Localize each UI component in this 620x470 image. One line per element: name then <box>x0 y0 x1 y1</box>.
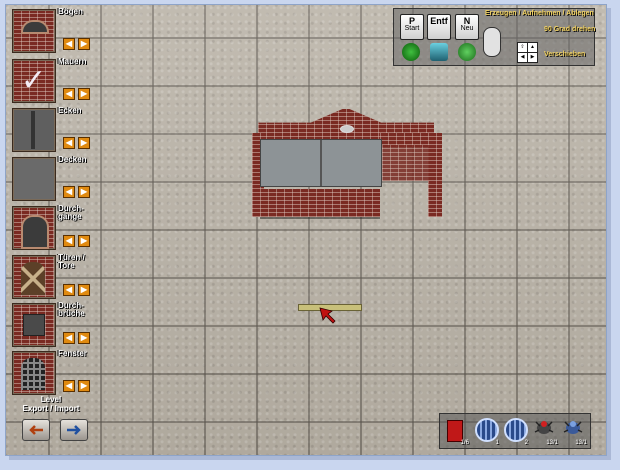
prev-arrow-button[interactable]: ◀ <box>63 284 75 296</box>
key-p: P Start <box>400 14 424 40</box>
key-sub-label: Start <box>404 25 420 32</box>
red-cube-icon <box>447 420 463 442</box>
import-arrow-icon <box>67 425 81 435</box>
category-label: Durch- brüche <box>58 301 85 318</box>
next-arrow-button[interactable]: ▶ <box>78 380 90 392</box>
next-arrow-button[interactable]: ▶ <box>78 137 90 149</box>
tool-number: 2 <box>524 440 528 446</box>
opening-icon <box>12 303 56 347</box>
export-button[interactable] <box>22 419 50 441</box>
gear-wheel-icon <box>475 418 499 442</box>
key-label: P <box>408 16 415 26</box>
next-arrow-button[interactable]: ▶ <box>78 332 90 344</box>
controls-help-panel: P Start Entf N Neu Erzeugen / Aufnehmen / … <box>393 8 595 66</box>
trash-bin-icon <box>430 43 448 61</box>
window-grate-icon <box>12 351 56 395</box>
category-label: Mauern <box>58 57 87 66</box>
floor-shading <box>6 5 606 455</box>
prev-arrow-button[interactable]: ◀ <box>63 235 75 247</box>
tool-wheel-2[interactable]: 2 <box>502 416 528 446</box>
prev-arrow-button[interactable]: ◀ <box>63 332 75 344</box>
mouse-action-text: Erzeugen / Aufnehmen / Ablegen <box>485 10 594 17</box>
palette-category-fenster[interactable]: Fenster ◀ ▶ <box>8 349 94 397</box>
ceiling-icon <box>12 157 56 201</box>
front-wall <box>252 189 380 217</box>
tool-number: 1 <box>495 440 499 446</box>
prev-arrow-button[interactable]: ◀ <box>63 186 75 198</box>
new-green-icon <box>458 43 476 61</box>
palette-category-durchgaenge[interactable]: Durch- gänge ◀ ▶ <box>8 204 94 252</box>
inner-wall <box>382 145 430 181</box>
level-title: Level <box>40 395 62 404</box>
next-arrow-button[interactable]: ▶ <box>78 186 90 198</box>
category-label: Ecken <box>58 106 82 115</box>
red-bug-icon <box>534 421 554 434</box>
category-label: Decken <box>58 155 87 164</box>
category-label: Türen / Tore <box>58 253 85 270</box>
door-icon <box>12 255 56 299</box>
corner-icon <box>12 108 56 152</box>
import-label: Import <box>54 404 80 413</box>
prev-arrow-button[interactable]: ◀ <box>63 380 75 392</box>
start-green-icon <box>402 43 420 61</box>
mouse-icon <box>483 27 501 57</box>
tool-number: 13/1 <box>546 440 558 446</box>
key-sub-label: Neu <box>460 25 474 32</box>
category-label: Fenster <box>58 349 87 358</box>
placed-brick-building[interactable] <box>248 109 444 217</box>
gable-plaque <box>340 125 354 133</box>
tool-red-bug[interactable]: 13/1 <box>532 416 558 446</box>
palette-category-tueren-tore[interactable]: Türen / Tore ◀ ▶ <box>8 253 94 301</box>
checkmark-icon: ✓ <box>12 59 56 103</box>
key-entf: Entf <box>427 14 451 40</box>
gear-wheel-icon <box>504 418 528 442</box>
mouse-cursor-arrow-icon <box>319 307 336 324</box>
next-arrow-button[interactable]: ▶ <box>78 284 90 296</box>
tool-blue-bug[interactable]: 13/1 <box>561 416 587 446</box>
prev-arrow-button[interactable]: ◀ <box>63 38 75 50</box>
key-label: N <box>463 16 471 26</box>
export-arrow-icon <box>29 425 43 435</box>
rotate-text: 90 Grad drehen <box>544 26 596 33</box>
prev-arrow-button[interactable]: ◀ <box>63 137 75 149</box>
palette-category-ecken[interactable]: Ecken ◀ ▶ <box>8 106 94 154</box>
right-wall <box>428 133 442 217</box>
prev-arrow-button[interactable]: ◀ <box>63 88 75 100</box>
export-label: Export <box>22 404 48 413</box>
arrow-right-key-icon: ▶ <box>527 52 538 63</box>
export-import-labels: Export / Import <box>8 404 94 413</box>
ceiling-slabs <box>260 139 382 187</box>
category-label: Durch- gänge <box>58 204 84 221</box>
palette-category-decken[interactable]: Decken ◀ ▶ <box>8 155 94 203</box>
brick-arch-icon <box>12 9 56 53</box>
tool-red-cube[interactable]: 1/6 <box>443 416 469 446</box>
tool-toolbar: 1/6 1 2 13/1 13/1 <box>439 413 591 449</box>
next-arrow-button[interactable]: ▶ <box>78 88 90 100</box>
level-export-import: Level Export / Import <box>8 395 94 451</box>
tool-number: 1/6 <box>460 440 469 446</box>
key-label: Entf <box>430 16 448 26</box>
label-separator: / <box>50 404 53 413</box>
next-arrow-button[interactable]: ▶ <box>78 235 90 247</box>
import-button[interactable] <box>60 419 88 441</box>
passage-icon <box>12 206 56 250</box>
game-viewport[interactable]: Bögen ◀ ▶ ✓ Mauern ◀ ▶ Ecken ◀ ▶ Decken … <box>5 4 607 456</box>
palette-category-boegen[interactable]: Bögen ◀ ▶ <box>8 7 94 55</box>
blue-bug-icon <box>563 421 583 434</box>
category-label: Bögen <box>58 7 83 16</box>
tool-number: 13/1 <box>575 440 587 446</box>
tool-wheel-1[interactable]: 1 <box>473 416 499 446</box>
palette-category-durchbrueche[interactable]: Durch- brüche ◀ ▶ <box>8 301 94 349</box>
key-n: N Neu <box>455 14 479 40</box>
move-text: Verschieben <box>544 51 586 58</box>
palette-category-mauern[interactable]: ✓ Mauern ◀ ▶ <box>8 57 94 105</box>
next-arrow-button[interactable]: ▶ <box>78 38 90 50</box>
